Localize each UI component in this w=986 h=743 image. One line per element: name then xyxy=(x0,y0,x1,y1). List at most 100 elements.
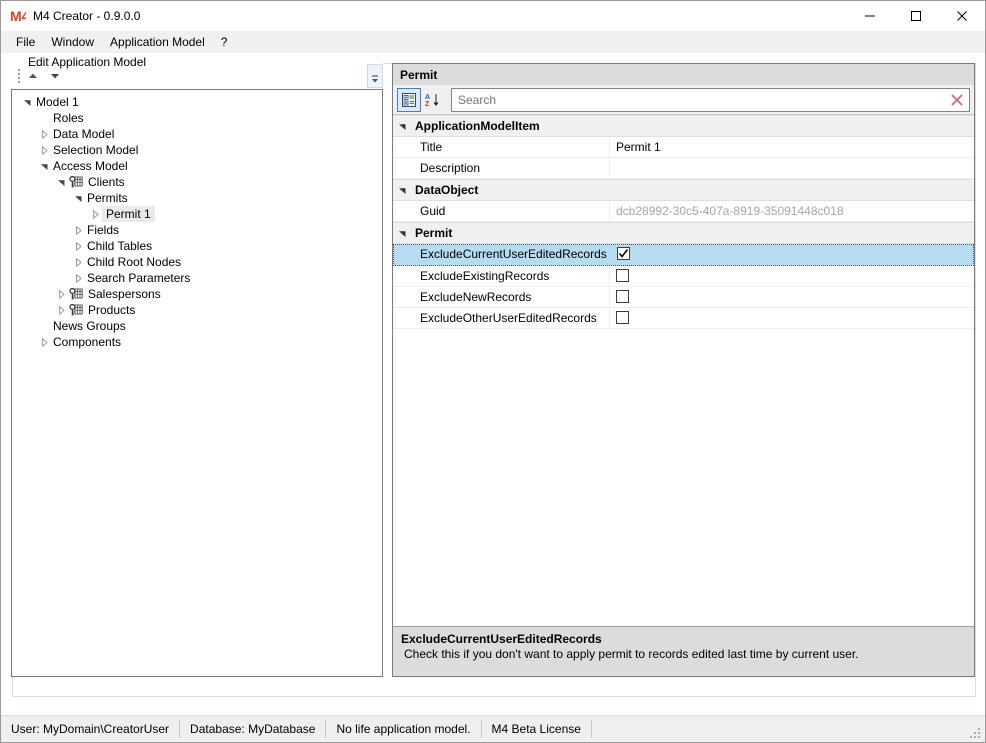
property-group-label: DataObject xyxy=(415,183,479,197)
categorized-view-icon[interactable] xyxy=(397,87,421,112)
tree-collapse-icon[interactable] xyxy=(71,238,85,254)
tree-collapse-icon[interactable] xyxy=(71,222,85,238)
property-value[interactable] xyxy=(610,266,974,286)
tree-collapse-icon[interactable] xyxy=(54,302,68,318)
property-checkbox[interactable] xyxy=(616,269,629,282)
clear-search-icon[interactable] xyxy=(946,89,968,111)
tree-node-label: Selection Model xyxy=(53,143,139,157)
property-name: ExcludeOtherUserEditedRecords xyxy=(393,308,610,328)
property-group-row[interactable]: ApplicationModelItem xyxy=(393,115,974,137)
tree-node[interactable]: Data Model xyxy=(12,126,382,142)
property-row[interactable]: Description xyxy=(393,158,974,179)
svg-text:A: A xyxy=(425,94,430,101)
property-name: Description xyxy=(393,158,610,178)
property-row[interactable]: ExcludeOtherUserEditedRecords xyxy=(393,308,974,329)
property-grid-rows[interactable]: ApplicationModelItem Title Permit 1 Descrip… xyxy=(393,115,974,626)
tree-expand-icon[interactable] xyxy=(71,190,85,206)
tree-node[interactable]: Access Model xyxy=(12,158,382,174)
property-name: ExcludeCurrentUserEditedRecords xyxy=(420,247,607,261)
window-controls xyxy=(847,1,985,31)
property-group-row[interactable]: Permit xyxy=(393,222,974,244)
property-value[interactable] xyxy=(610,287,974,307)
property-checkbox[interactable] xyxy=(616,290,629,303)
property-row[interactable]: Title Permit 1 xyxy=(393,137,974,158)
tree-node-label: Permits xyxy=(87,191,128,205)
tree-node[interactable]: News Groups xyxy=(12,318,382,334)
tree-node[interactable]: Fields xyxy=(12,222,382,238)
tree-node-label: Clients xyxy=(88,175,125,189)
model-tree-panel: Model 1 Roles Data Model Selection Model Acc… xyxy=(11,63,383,677)
tree-node-label: Salespersons xyxy=(88,287,161,301)
model-tree[interactable]: Model 1 Roles Data Model Selection Model Acc… xyxy=(11,89,383,677)
tree-node[interactable]: Permits xyxy=(12,190,382,206)
tree-collapse-icon[interactable] xyxy=(71,270,85,286)
tree-expand-icon[interactable] xyxy=(54,174,68,190)
resize-grip-icon[interactable] xyxy=(968,726,982,740)
groupbox-label: Edit Application Model xyxy=(24,55,151,69)
tree-node[interactable]: Roles xyxy=(12,110,382,126)
property-row[interactable]: ExcludeNewRecords xyxy=(393,287,974,308)
tree-collapse-icon[interactable] xyxy=(71,254,85,270)
property-grid-toolbar: A Z xyxy=(393,85,974,115)
alphabetical-sort-icon[interactable]: A Z xyxy=(421,88,445,112)
property-row[interactable]: ExcludeCurrentUserEditedRecords xyxy=(393,244,974,266)
tree-expand-icon[interactable] xyxy=(20,94,34,110)
tree-node[interactable]: Selection Model xyxy=(12,142,382,158)
tree-node[interactable]: Permit 1 xyxy=(12,206,382,222)
property-row[interactable]: Guid dcb28992-30c5-407a-8919-35091448c018 xyxy=(393,201,974,222)
search-input[interactable] xyxy=(452,89,946,110)
tree-node[interactable]: Search Parameters xyxy=(12,270,382,286)
menu-item-help[interactable]: ? xyxy=(213,33,236,51)
minimize-icon[interactable] xyxy=(847,1,893,31)
tree-collapse-icon[interactable] xyxy=(88,206,102,222)
property-row[interactable]: ExcludeExistingRecords xyxy=(393,266,974,287)
property-value[interactable] xyxy=(610,158,974,178)
property-name: ExcludeNewRecords xyxy=(393,287,610,307)
status-user: User: MyDomain\CreatorUser xyxy=(1,720,181,738)
tree-collapse-icon[interactable] xyxy=(54,286,68,302)
tree-node-label: Child Tables xyxy=(87,239,153,253)
tree-node[interactable]: Model 1 xyxy=(12,94,382,110)
property-name: ExcludeExistingRecords xyxy=(393,266,610,286)
tree-collapse-icon[interactable] xyxy=(37,126,51,142)
tree-node-label: Fields xyxy=(87,223,120,237)
menu-item-window[interactable]: Window xyxy=(43,33,102,51)
tree-node[interactable]: Salespersons xyxy=(12,286,382,302)
table-key-icon xyxy=(68,302,84,318)
property-value[interactable]: dcb28992-30c5-407a-8919-35091448c018 xyxy=(610,201,974,221)
group-collapse-icon[interactable] xyxy=(393,180,411,200)
tree-node[interactable]: Child Tables xyxy=(12,238,382,254)
group-collapse-icon[interactable] xyxy=(393,223,411,243)
menu-item-application-model[interactable]: Application Model xyxy=(102,33,213,51)
tree-expand-icon[interactable] xyxy=(37,158,51,174)
tree-twisty-placeholder xyxy=(37,110,51,126)
property-grid-header: Permit xyxy=(393,64,974,85)
tree-node[interactable]: Child Root Nodes xyxy=(12,254,382,270)
property-name: Guid xyxy=(393,201,610,221)
property-value[interactable] xyxy=(611,245,973,265)
property-checkbox[interactable] xyxy=(617,247,630,260)
toolbar-overflow-icon[interactable] xyxy=(367,64,383,88)
search-box[interactable] xyxy=(451,87,970,112)
main-content: Edit Application Model Model 1 Roles Dat… xyxy=(1,53,985,715)
tree-node[interactable]: Components xyxy=(12,334,382,350)
property-value[interactable]: Permit 1 xyxy=(610,137,974,157)
tree-node-label: Roles xyxy=(53,111,84,125)
close-icon[interactable] xyxy=(939,1,985,31)
tree-node[interactable]: Products xyxy=(12,302,382,318)
group-collapse-icon[interactable] xyxy=(393,116,411,136)
maximize-icon[interactable] xyxy=(893,1,939,31)
tree-node-label: Permit 1 xyxy=(102,206,155,222)
property-checkbox[interactable] xyxy=(616,311,629,324)
menu-item-file[interactable]: File xyxy=(8,33,43,51)
tree-node[interactable]: Clients xyxy=(12,174,382,190)
property-group-label: Permit xyxy=(415,226,453,240)
svg-text:M4: M4 xyxy=(11,9,26,24)
tree-node-label: Search Parameters xyxy=(87,271,191,285)
table-key-icon xyxy=(68,174,84,190)
property-description-text: Check this if you don't want to apply pe… xyxy=(404,647,859,661)
tree-collapse-icon[interactable] xyxy=(37,334,51,350)
property-group-row[interactable]: DataObject xyxy=(393,179,974,201)
tree-collapse-icon[interactable] xyxy=(37,142,51,158)
property-value[interactable] xyxy=(610,308,974,328)
